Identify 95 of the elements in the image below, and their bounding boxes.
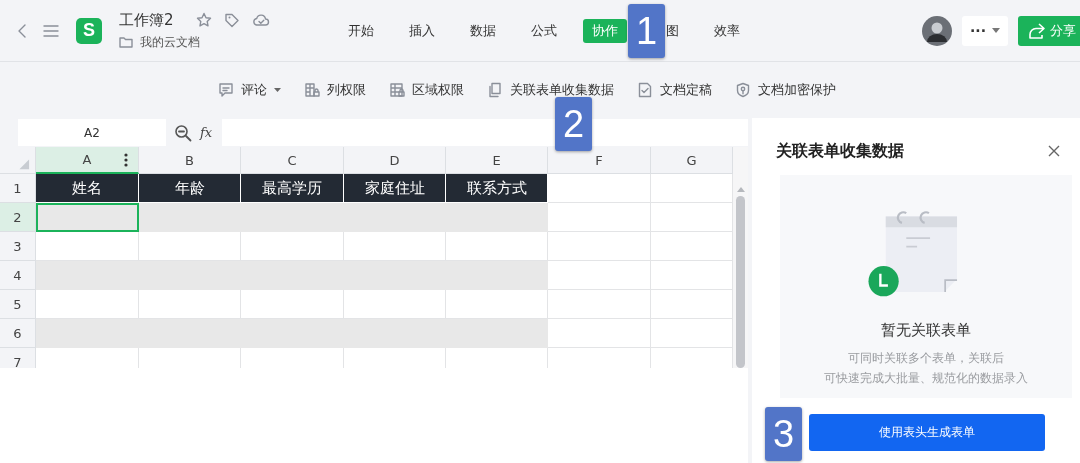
column-header[interactable]: C xyxy=(241,147,344,174)
row-header[interactable]: 2 xyxy=(0,203,36,232)
table-cell[interactable] xyxy=(36,319,139,348)
table-cell[interactable] xyxy=(36,290,139,319)
menu-tab[interactable]: 数据 xyxy=(461,18,505,43)
row-header[interactable]: 1 xyxy=(0,174,36,203)
table-cell[interactable] xyxy=(651,261,733,290)
zoom-icon[interactable] xyxy=(174,123,192,142)
menu-tab[interactable]: 效率 xyxy=(705,18,749,43)
avatar[interactable] xyxy=(922,15,952,46)
table-cell[interactable] xyxy=(548,319,651,348)
column-header[interactable]: F xyxy=(548,147,651,174)
close-icon[interactable] xyxy=(1048,145,1060,157)
table-cell[interactable] xyxy=(651,290,733,319)
table-cell[interactable] xyxy=(548,174,651,203)
table-cell[interactable] xyxy=(548,261,651,290)
empty-state-text: 可同时关联多个表单，关联后 xyxy=(848,350,1004,367)
toolbar-button[interactable]: 文档加密保护 xyxy=(735,81,836,99)
column-lock-icon xyxy=(304,82,320,98)
table-cell[interactable] xyxy=(139,290,241,319)
header-cell[interactable]: 最高学历 xyxy=(241,174,344,203)
app-logo: S xyxy=(76,17,102,44)
toolbar-button[interactable]: 评论 xyxy=(218,81,281,99)
menu-tab[interactable]: 开始 xyxy=(339,18,383,43)
table-cell[interactable] xyxy=(139,203,241,232)
column-header[interactable]: E xyxy=(446,147,548,174)
menu-icon[interactable] xyxy=(43,23,59,38)
header-cell[interactable]: 年龄 xyxy=(139,174,241,203)
document-title: 工作簿2 xyxy=(119,10,174,30)
table-cell[interactable] xyxy=(139,232,241,261)
menu-tab[interactable]: 公式 xyxy=(522,18,566,43)
menu-tab[interactable]: 图 xyxy=(666,18,688,43)
row-header[interactable]: 6 xyxy=(0,319,36,348)
table-cell[interactable] xyxy=(36,261,139,290)
table-cell[interactable] xyxy=(36,232,139,261)
share-icon xyxy=(1026,21,1046,40)
copy-icon xyxy=(487,82,503,98)
table-cell[interactable] xyxy=(651,319,733,348)
star-icon[interactable] xyxy=(195,12,212,28)
row-header[interactable]: 5 xyxy=(0,290,36,319)
location-link[interactable]: 我的云文档 xyxy=(119,33,270,51)
column-header[interactable]: G xyxy=(651,147,733,174)
panel-title: 关联表单收集数据 xyxy=(776,140,904,162)
table-cell[interactable] xyxy=(446,290,548,319)
more-button[interactable]: ··· xyxy=(962,15,1008,46)
table-cell[interactable] xyxy=(241,232,344,261)
column-header[interactable]: A xyxy=(36,147,139,174)
table-cell[interactable] xyxy=(651,232,733,261)
toolbar-button[interactable]: 文档定稿 xyxy=(637,81,712,99)
generate-form-button[interactable]: 使用表头生成表单 xyxy=(809,414,1045,451)
grid-lock-icon xyxy=(389,82,405,98)
caret-icon xyxy=(992,28,1000,33)
toolbar-button[interactable]: 列权限 xyxy=(304,81,366,99)
scroll-up-icon[interactable] xyxy=(736,187,745,192)
empty-state-text: 可快速完成大批量、规范化的数据录入 xyxy=(824,370,1028,387)
cloud-check-icon[interactable] xyxy=(251,12,270,28)
more-vertical-icon[interactable] xyxy=(124,153,128,167)
header-cell[interactable]: 联系方式 xyxy=(446,174,548,203)
tag-icon[interactable] xyxy=(223,12,240,28)
empty-state-title: 暂无关联表单 xyxy=(881,321,971,340)
column-header[interactable]: B xyxy=(139,147,241,174)
row-header[interactable]: 7 xyxy=(0,348,36,368)
table-cell[interactable] xyxy=(446,203,548,232)
cell-name-box[interactable]: A2 xyxy=(18,119,166,146)
table-cell[interactable] xyxy=(446,319,548,348)
table-cell[interactable] xyxy=(344,232,446,261)
select-all-icon[interactable] xyxy=(0,147,36,174)
table-cell[interactable] xyxy=(548,232,651,261)
shield-icon xyxy=(735,82,751,98)
function-button[interactable]: fx xyxy=(200,125,213,140)
row-header[interactable]: 3 xyxy=(0,232,36,261)
table-cell[interactable] xyxy=(241,290,344,319)
header-cell[interactable]: 姓名 xyxy=(36,174,139,203)
table-cell[interactable] xyxy=(548,203,651,232)
comment-icon xyxy=(218,82,234,98)
selected-cell[interactable] xyxy=(36,203,139,232)
step-badge: 3 xyxy=(765,407,802,461)
row-header[interactable]: 4 xyxy=(0,261,36,290)
table-cell[interactable] xyxy=(548,290,651,319)
table-cell[interactable] xyxy=(446,232,548,261)
table-cell[interactable] xyxy=(344,290,446,319)
back-icon[interactable] xyxy=(17,22,27,39)
table-cell[interactable] xyxy=(446,261,548,290)
toolbar-button[interactable]: 区域权限 xyxy=(389,81,464,99)
table-cell[interactable] xyxy=(651,203,733,232)
step-badge: 2 xyxy=(555,97,592,151)
folder-icon xyxy=(119,36,133,48)
step-badge: 1 xyxy=(628,4,665,58)
table-cell[interactable] xyxy=(651,174,733,203)
document-check-icon xyxy=(637,82,653,98)
scrollbar-thumb[interactable] xyxy=(736,196,745,368)
menu-tab[interactable]: 插入 xyxy=(400,18,444,43)
column-header[interactable]: D xyxy=(344,147,446,174)
header-cell[interactable]: 家庭住址 xyxy=(344,174,446,203)
toolbar-button[interactable]: 关联表单收集数据 xyxy=(487,81,614,99)
